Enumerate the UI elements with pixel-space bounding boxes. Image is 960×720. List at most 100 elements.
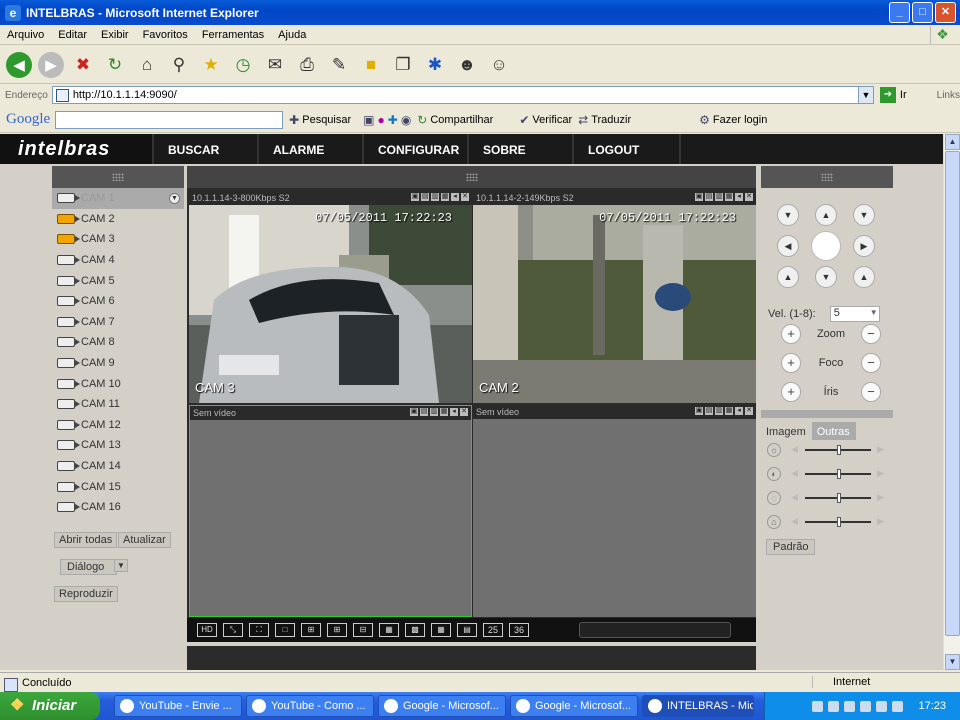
snapshot-icon[interactable]: ▤ [705, 193, 713, 201]
close-video-icon[interactable]: ✕ [460, 408, 468, 416]
tray-network-icon[interactable] [812, 700, 824, 712]
camera-list-item[interactable]: CAM 11 [52, 394, 184, 415]
slider-knob[interactable] [837, 445, 841, 455]
login-button[interactable]: ⚙ Fazer login [699, 113, 767, 127]
layout-4-icon[interactable]: ⊞ [301, 623, 321, 637]
favorites-icon[interactable]: ★ [198, 52, 224, 78]
camera-list-item[interactable]: CAM 10 [52, 373, 184, 394]
ptz-up-right-icon[interactable]: ▲ [853, 266, 875, 288]
task-youtube-2[interactable]: YouTube - Como ... [246, 695, 374, 717]
go-button[interactable]: ➔ Ir [879, 87, 907, 103]
bluetooth-icon[interactable]: ✱ [422, 52, 448, 78]
slider-left-icon[interactable]: ◀ [791, 516, 798, 527]
minimize-button[interactable]: _ [889, 2, 910, 23]
google-logo[interactable]: Google [6, 111, 50, 128]
layout-8-icon[interactable]: ⊟ [353, 623, 373, 637]
close-video-icon[interactable]: ✕ [745, 407, 753, 415]
slider-knob[interactable] [837, 469, 841, 479]
reset-image-button[interactable]: Padrão [766, 539, 816, 555]
zoom-out-icon[interactable]: − [861, 324, 881, 344]
print-icon[interactable]: ⎙ [294, 52, 320, 78]
tray-update-icon[interactable] [876, 700, 888, 712]
page-scrollbar[interactable]: ▲ ▼ [943, 134, 960, 670]
slider-right-icon[interactable]: ▶ [877, 516, 884, 527]
layout-25-button[interactable]: 25 [483, 623, 503, 637]
layout-16-icon[interactable]: ▤ [457, 623, 477, 637]
google-search-input[interactable] [55, 110, 284, 129]
research-icon[interactable]: ❐ [390, 52, 416, 78]
notes-icon[interactable]: ■ [358, 52, 384, 78]
audio-icon[interactable]: ◂ [735, 407, 743, 415]
contrast-slider[interactable]: ◐ ◀ ▶ [767, 466, 887, 482]
layout-6-icon[interactable]: ⊞ [327, 623, 347, 637]
search-icon[interactable]: ⚲ [166, 52, 192, 78]
camera-list-item[interactable]: CAM 14 [52, 456, 184, 477]
audio-icon[interactable]: ◂ [450, 408, 458, 416]
video-cell-2[interactable]: 10.1.1.14-2-149Kbps S2 ▣ ▤ ▥ ▦ ◂ ✕ 07/05/ [473, 191, 756, 403]
menu-arquivo[interactable]: Arquivo [0, 29, 51, 41]
focus-out-icon[interactable]: − [861, 353, 881, 373]
scroll-down-icon[interactable]: ▼ [945, 654, 960, 670]
tray-bluetooth-icon[interactable] [844, 700, 856, 712]
contacts-icon[interactable]: ☺ [486, 52, 512, 78]
ptz-center-icon[interactable] [811, 231, 841, 261]
close-video-icon[interactable]: ✕ [461, 193, 469, 201]
nav-sobre[interactable]: SOBRE [469, 134, 574, 164]
maximize-button[interactable]: □ [912, 2, 933, 23]
task-google-1[interactable]: Google - Microsof... [378, 695, 506, 717]
record-icon[interactable]: ▣ [695, 407, 703, 415]
task-google-2[interactable]: Google - Microsof... [510, 695, 638, 717]
speed-select[interactable]: 5 [829, 306, 880, 322]
iris-close-icon[interactable]: − [860, 382, 881, 402]
messenger-icon[interactable]: ☻ [454, 52, 480, 78]
home-icon[interactable]: ⌂ [134, 52, 160, 78]
brightness-slider[interactable]: ☼ ◀ ▶ [767, 442, 887, 458]
zoom-icon[interactable]: ▦ [440, 408, 448, 416]
links-button[interactable]: Links [937, 90, 960, 101]
menu-favoritos[interactable]: Favoritos [136, 29, 195, 41]
camera-list-item[interactable]: CAM 1 ▼ [52, 188, 184, 209]
camera-list-item[interactable]: CAM 15 [52, 476, 184, 497]
start-button[interactable]: Iniciar [0, 692, 100, 720]
ptz-up-left-icon[interactable]: ▲ [777, 266, 799, 288]
google-extra-buttons[interactable]: ▣ ● ✚ ◉ [363, 113, 411, 127]
slider-right-icon[interactable]: ▶ [877, 444, 884, 455]
video-cell-4[interactable]: Sem vídeo ▣ ▤ ▥ ▦ ◂ ✕ [473, 405, 756, 617]
ptz-down-icon[interactable]: ▼ [815, 266, 837, 288]
share-button[interactable]: ↻ Compartilhar [417, 113, 493, 127]
lock-icon[interactable]: ▥ [715, 193, 723, 201]
check-button[interactable]: ✔ Verificar [519, 113, 572, 127]
slider-right-icon[interactable]: ▶ [877, 492, 884, 503]
scroll-up-icon[interactable]: ▲ [945, 134, 960, 150]
lock-icon[interactable]: ▥ [715, 407, 723, 415]
ptz-collapse-bar[interactable] [761, 410, 893, 418]
layout-9-icon[interactable]: ▦ [379, 623, 399, 637]
nav-configurar[interactable]: CONFIGURAR [364, 134, 469, 164]
nav-buscar[interactable]: BUSCAR [154, 134, 259, 164]
menu-ferramentas[interactable]: Ferramentas [195, 29, 271, 41]
saturation-slider[interactable]: ◌ ◀ ▶ [767, 490, 887, 506]
task-intelbras[interactable]: INTELBRAS - Micr... [642, 695, 754, 717]
hd-icon[interactable]: HD [197, 623, 217, 637]
record-icon[interactable]: ▣ [410, 408, 418, 416]
camera-list-item[interactable]: CAM 9 [52, 353, 184, 374]
history-icon[interactable]: ◷ [230, 52, 256, 78]
dialog-button[interactable]: Diálogo [60, 559, 118, 575]
ptz-left-icon[interactable]: ◀ [777, 235, 799, 257]
stop-icon[interactable]: ✖ [70, 52, 96, 78]
ptz-right-icon[interactable]: ▶ [853, 235, 875, 257]
layout-1-icon[interactable]: □ [275, 623, 295, 637]
menu-exibir[interactable]: Exibir [94, 29, 136, 41]
close-video-icon[interactable]: ✕ [745, 193, 753, 201]
video-feed-cam2[interactable]: 07/05/2011 17:22:23 CAM 2 [473, 205, 756, 403]
ptz-up-icon[interactable]: ▲ [815, 204, 837, 226]
snapshot-icon[interactable]: ▤ [420, 408, 428, 416]
address-dropdown-icon[interactable]: ▼ [857, 86, 874, 104]
menu-ajuda[interactable]: Ajuda [271, 29, 313, 41]
zoom-icon[interactable]: ▦ [725, 193, 733, 201]
fullscreen-icon[interactable]: ⛶ [249, 623, 269, 637]
record-icon[interactable]: ▣ [411, 193, 419, 201]
camera-list-item[interactable]: CAM 7 [52, 312, 184, 333]
slider-right-icon[interactable]: ▶ [877, 468, 884, 479]
slider-knob[interactable] [837, 517, 841, 527]
